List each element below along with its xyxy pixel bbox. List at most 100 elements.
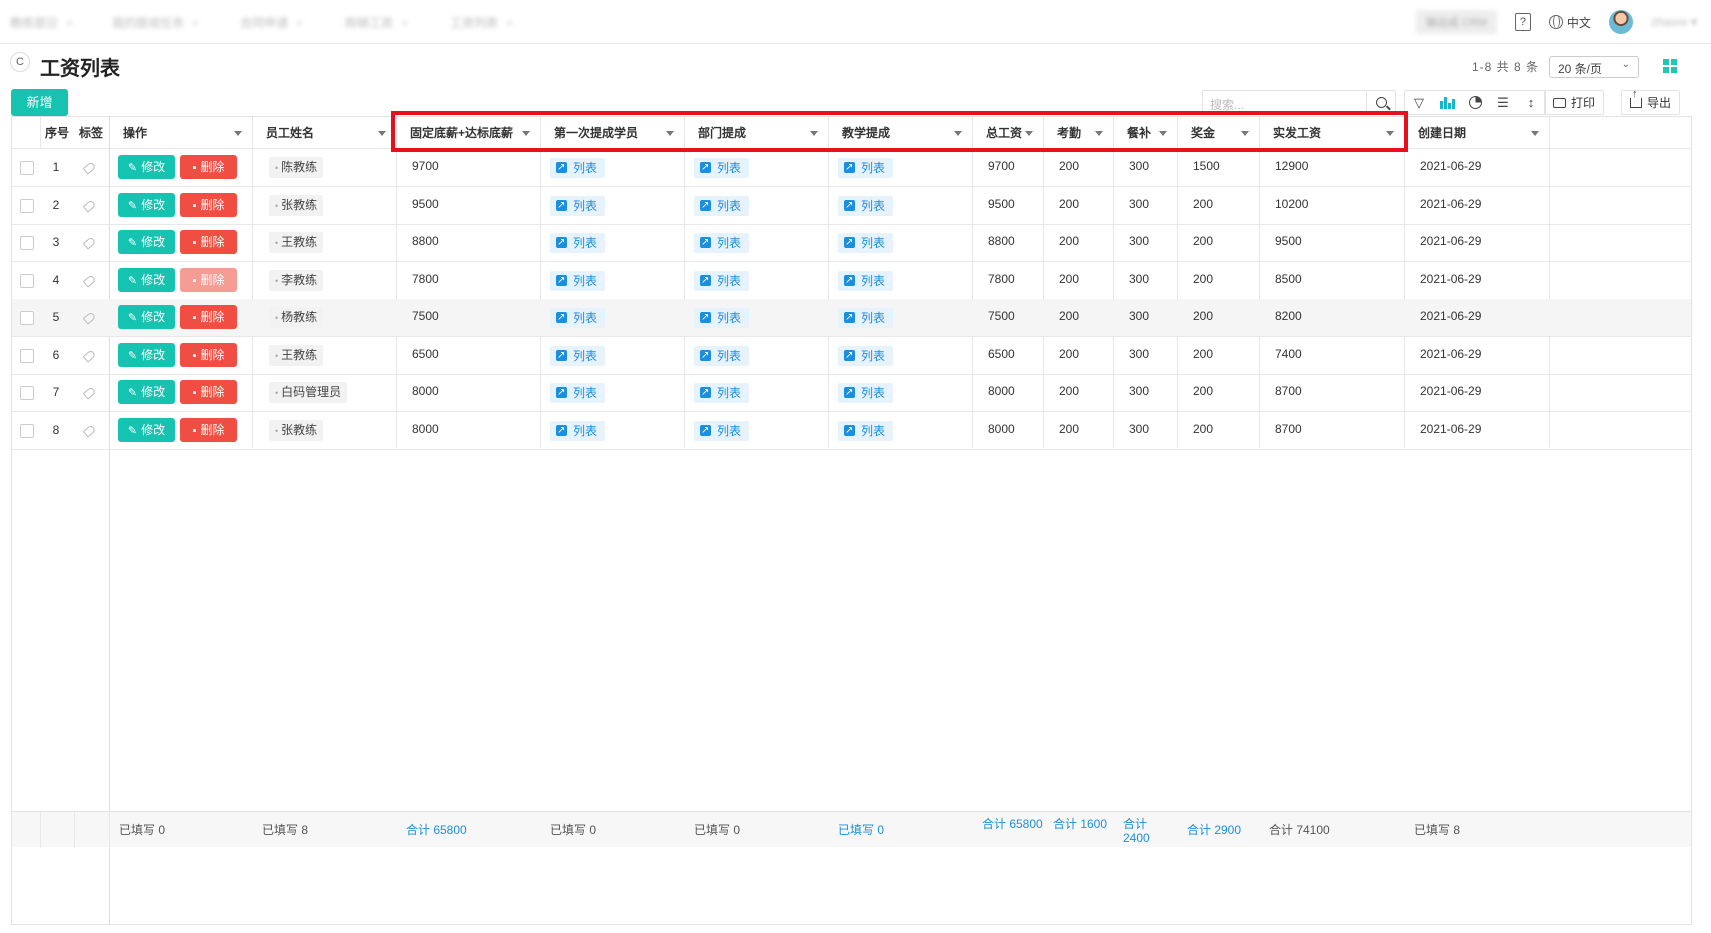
teaching-commission-list-link[interactable]: 列表 — [838, 308, 894, 328]
add-button[interactable]: 新增 — [11, 89, 68, 116]
first-commission-list-link[interactable]: 列表 — [550, 270, 606, 291]
teaching-commission-list-link[interactable]: 列表 — [838, 383, 894, 403]
language-switcher[interactable]: 中文 — [1548, 14, 1591, 31]
tag-icon[interactable] — [82, 198, 97, 213]
caret-down-icon[interactable] — [1531, 131, 1539, 136]
row-checkbox[interactable] — [20, 273, 34, 288]
employee-name-chip[interactable]: • 李教练 — [269, 269, 324, 291]
delete-button[interactable]: ▪ 删除 — [180, 305, 237, 329]
dept-commission-list-link[interactable]: 列表 — [694, 158, 750, 178]
dept-commission-list-link[interactable]: 列表 — [694, 195, 750, 216]
avatar[interactable] — [1608, 10, 1633, 34]
row-checkbox[interactable] — [20, 311, 34, 325]
page-size-select[interactable]: 20 条/页 ⌄ — [1549, 56, 1639, 78]
username[interactable]: zhaore ▾ — [1651, 15, 1697, 29]
nav-tab[interactable]: 我的提成任务 × — [112, 14, 199, 30]
export-button[interactable]: 导出 — [1621, 89, 1681, 115]
tag-icon[interactable] — [82, 348, 97, 363]
teaching-commission-list-link[interactable]: 列表 — [838, 270, 894, 291]
table-row[interactable]: 8 ✎修改 ▪删除 •张教练 8000 列表 列表 列表 8000 200 30… — [12, 412, 1691, 450]
first-commission-list-link[interactable]: 列表 — [550, 345, 606, 366]
dept-commission-list-link[interactable]: 列表 — [694, 270, 750, 291]
dept-commission-list-link[interactable]: 列表 — [694, 308, 750, 328]
teaching-commission-list-link[interactable]: 列表 — [838, 345, 894, 366]
teaching-commission-list-link[interactable]: 列表 — [838, 233, 894, 253]
employee-name-chip[interactable]: • 杨教练 — [269, 307, 324, 328]
grid-view-icon[interactable] — [1663, 59, 1677, 73]
crm-badge[interactable]: 输出成 CRM — [1415, 10, 1497, 34]
employee-name-chip[interactable]: • 白码管理员 — [269, 382, 348, 403]
tag-icon[interactable] — [82, 311, 97, 325]
table-row[interactable]: 3 ✎修改 ▪删除 •王教练 8800 列表 列表 列表 8800 200 30… — [12, 224, 1691, 262]
nav-tab[interactable]: 购销工资 × — [345, 14, 408, 30]
edit-button[interactable]: ✎ 修改 — [118, 417, 175, 442]
table-row[interactable]: 2 ✎修改 ▪删除 •张教练 9500 列表 列表 列表 9500 200 30… — [12, 187, 1691, 225]
refresh-icon[interactable]: C — [10, 52, 30, 72]
edit-button[interactable]: ✎ 修改 — [118, 230, 175, 254]
teaching-commission-list-link[interactable]: 列表 — [838, 195, 894, 216]
first-commission-list-link[interactable]: 列表 — [550, 420, 606, 441]
first-commission-list-link[interactable]: 列表 — [550, 158, 606, 178]
edit-button[interactable]: ✎ 修改 — [118, 380, 175, 404]
column-header-ops[interactable]: 操作 — [109, 117, 252, 149]
delete-button[interactable]: ▪ 删除 — [180, 380, 237, 404]
sort-icon[interactable]: ↕ — [1517, 91, 1545, 114]
delete-button[interactable]: ▪ 删除 — [180, 192, 237, 217]
row-checkbox[interactable] — [20, 423, 34, 438]
meal-allowance-cell: 300 — [1129, 384, 1150, 398]
caret-down-icon[interactable] — [234, 131, 242, 136]
column-header-created[interactable]: 创建日期 — [1404, 117, 1549, 149]
row-checkbox[interactable] — [20, 386, 34, 400]
row-checkbox[interactable] — [20, 198, 34, 213]
delete-button[interactable]: ▪ 删除 — [180, 342, 237, 367]
delete-button[interactable]: ▪ 删除 — [180, 230, 237, 254]
edit-button[interactable]: ✎ 修改 — [118, 305, 175, 329]
employee-name-chip[interactable]: • 张教练 — [269, 419, 324, 441]
column-header-name[interactable]: 员工姓名 — [252, 117, 396, 149]
column-settings-icon[interactable]: ☰ — [1489, 91, 1517, 114]
employee-name-chip[interactable]: • 陈教练 — [269, 157, 324, 178]
first-commission-list-link[interactable]: 列表 — [550, 383, 606, 403]
edit-button[interactable]: ✎ 修改 — [118, 342, 175, 367]
row-checkbox[interactable] — [20, 161, 34, 175]
tag-icon[interactable] — [82, 423, 97, 438]
delete-button[interactable]: ▪ 删除 — [180, 155, 237, 179]
edit-button[interactable]: ✎ 修改 — [118, 267, 175, 292]
nav-tab[interactable]: 教练提日 × — [10, 14, 73, 30]
first-commission-list-link[interactable]: 列表 — [550, 233, 606, 253]
tag-icon[interactable] — [82, 273, 97, 288]
first-commission-list-link[interactable]: 列表 — [550, 308, 606, 328]
first-commission-list-link[interactable]: 列表 — [550, 195, 606, 216]
nav-tab-active[interactable]: 工资列表 × — [450, 14, 513, 30]
table-row[interactable]: 7 ✎修改 ▪删除 •白码管理员 8000 列表 列表 列表 8000 200 … — [12, 374, 1691, 412]
caret-down-icon[interactable] — [378, 131, 386, 136]
edit-button[interactable]: ✎ 修改 — [118, 155, 175, 179]
table-row[interactable]: 5 ✎修改 ▪删除 •杨教练 7500 列表 列表 列表 7500 200 30… — [12, 299, 1691, 337]
delete-button[interactable]: ▪ 删除 — [180, 417, 237, 442]
employee-name-chip[interactable]: • 王教练 — [269, 232, 324, 253]
dept-commission-list-link[interactable]: 列表 — [694, 383, 750, 403]
tag-icon[interactable] — [82, 236, 97, 250]
statistics-icon[interactable] — [1461, 91, 1489, 114]
tag-icon[interactable] — [82, 386, 97, 400]
table-row[interactable]: 6 ✎修改 ▪删除 •王教练 6500 列表 列表 列表 6500 200 30… — [12, 337, 1691, 375]
dept-commission-list-link[interactable]: 列表 — [694, 233, 750, 253]
teaching-commission-list-link[interactable]: 列表 — [838, 420, 894, 441]
help-icon[interactable]: ? — [1514, 13, 1531, 31]
employee-name-chip[interactable]: • 张教练 — [269, 194, 324, 216]
row-checkbox[interactable] — [20, 236, 34, 250]
dept-commission-list-link[interactable]: 列表 — [694, 345, 750, 366]
print-button[interactable]: 打印 — [1544, 90, 1605, 115]
table-row[interactable]: 1 ✎修改 ▪删除 •陈教练 9700 列表 列表 列表 9700 200 30… — [12, 149, 1691, 187]
chart-icon[interactable] — [1433, 91, 1461, 114]
dept-commission-list-link[interactable]: 列表 — [694, 420, 750, 441]
table-row[interactable]: 4 ✎修改 ▪删除 •李教练 7800 列表 列表 列表 7800 200 30… — [12, 262, 1691, 300]
teaching-commission-list-link[interactable]: 列表 — [838, 158, 894, 178]
delete-button[interactable]: ▪ 删除 — [180, 267, 237, 292]
employee-name-chip[interactable]: • 王教练 — [269, 344, 324, 366]
tag-icon[interactable] — [82, 161, 97, 175]
edit-button[interactable]: ✎ 修改 — [118, 192, 175, 217]
nav-tab[interactable]: 合同申请 × — [240, 14, 303, 30]
row-checkbox[interactable] — [20, 348, 34, 363]
filter-icon[interactable]: ▽ — [1405, 91, 1433, 114]
